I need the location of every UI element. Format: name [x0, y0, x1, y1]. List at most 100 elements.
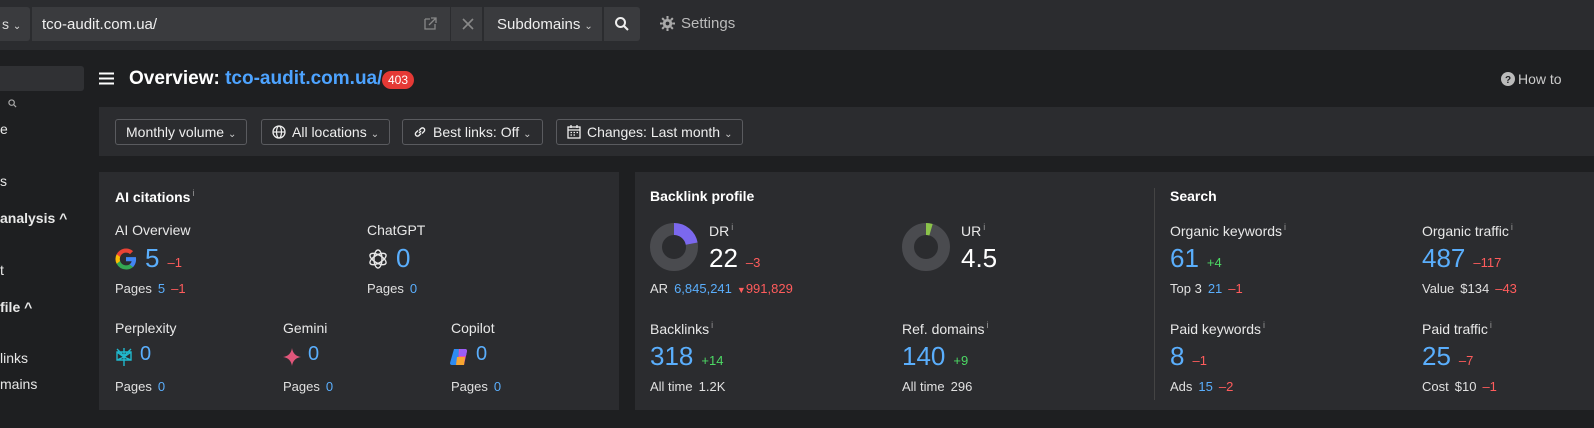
all-time-label: All time — [902, 379, 945, 394]
info-icon[interactable]: i — [192, 188, 194, 198]
ref-domains-number: 140 — [902, 341, 946, 371]
info-icon[interactable]: i — [1284, 222, 1286, 232]
clear-url-button[interactable] — [450, 7, 482, 41]
sidebar-item-3[interactable]: t — [0, 262, 4, 278]
chatgpt-pages: Pages 0 — [367, 281, 417, 296]
pages-label: Pages — [367, 281, 404, 296]
mode-dropdown[interactable]: s ⌄ — [0, 7, 30, 41]
info-icon[interactable]: i — [983, 222, 985, 232]
backlinks-all-time: All time 1.2K — [650, 379, 725, 394]
info-icon[interactable]: i — [1511, 222, 1513, 232]
paid-traffic-value[interactable]: 25 –7 — [1422, 341, 1473, 372]
pages-label: Pages — [115, 281, 152, 296]
organic-traffic-value[interactable]: 487 –117 — [1422, 243, 1501, 274]
ai-overview-value[interactable]: 5 –1 — [145, 243, 182, 274]
title-domain[interactable]: tco-audit.com.ua/ — [225, 68, 382, 89]
chatgpt-value[interactable]: 0 — [396, 243, 410, 274]
chatgpt-pages-value[interactable]: 0 — [410, 281, 417, 296]
cost-row: Cost $10 –1 — [1422, 379, 1497, 394]
best-links-dropdown[interactable]: Best links: Off ⌄ — [402, 119, 543, 145]
sidebar-item-backlinks[interactable]: links — [0, 350, 28, 366]
dr-donut-chart — [650, 223, 698, 271]
perplexity-icon — [116, 348, 132, 366]
info-icon[interactable]: i — [1490, 320, 1492, 330]
filter-bar: Monthly volume ⌄ All locations ⌄ Best link… — [99, 107, 1594, 156]
changes-dropdown[interactable]: Changes: Last month ⌄ — [556, 119, 744, 145]
info-icon[interactable]: i — [1263, 320, 1265, 330]
paid-keywords-number: 8 — [1170, 341, 1185, 371]
copilot-icon — [450, 349, 467, 365]
ref-domains-delta: +9 — [953, 353, 969, 368]
backlinks-label: Backlinks i — [650, 320, 713, 337]
dr-value: 22 –3 — [709, 243, 760, 274]
all-time-label: All time — [650, 379, 693, 394]
backlinks-label-text: Backlinks — [650, 321, 710, 337]
ai-overview-number: 5 — [145, 243, 160, 273]
sidebar-item-1[interactable]: s — [0, 173, 7, 189]
search-button[interactable] — [604, 7, 640, 41]
sidebar-item-0[interactable]: e — [0, 121, 8, 137]
title-prefix: Overview: — [129, 68, 220, 89]
google-icon — [115, 248, 137, 270]
chatgpt-label: ChatGPT — [367, 222, 426, 238]
paid-keywords-value[interactable]: 8 –1 — [1170, 341, 1207, 372]
paid-traffic-delta: –7 — [1458, 353, 1474, 368]
ads-value[interactable]: 15 — [1198, 379, 1212, 394]
ar-row: AR 6,845,241 ▼991,829 — [650, 281, 793, 296]
backlinks-value[interactable]: 318 +14 — [650, 341, 723, 372]
cost-label: Cost — [1422, 379, 1449, 394]
ads-label: Ads — [1170, 379, 1193, 394]
pages-label: Pages — [283, 379, 320, 394]
ai-overview-pages-value[interactable]: 5 — [158, 281, 165, 296]
copilot-pages-value[interactable]: 0 — [494, 379, 501, 394]
top3-label: Top 3 — [1170, 281, 1202, 296]
gemini-icon — [283, 348, 301, 366]
ar-value[interactable]: 6,845,241 — [674, 281, 732, 296]
monthly-volume-dropdown[interactable]: Monthly volume ⌄ — [115, 119, 248, 145]
sidebar-item-ref-domains[interactable]: mains — [0, 376, 37, 392]
subdomains-dropdown[interactable]: Subdomains ⌄ — [484, 7, 602, 41]
perplexity-pages: Pages 0 — [115, 379, 165, 394]
ref-domains-value[interactable]: 140 +9 — [902, 341, 968, 372]
gemini-value[interactable]: 0 — [308, 343, 319, 366]
top3-row: Top 3 21 –1 — [1170, 281, 1243, 296]
info-icon[interactable]: i — [731, 222, 733, 232]
gemini-pages-value[interactable]: 0 — [326, 379, 333, 394]
ur-value: 4.5 — [961, 243, 998, 273]
sidebar-search-input[interactable] — [0, 66, 84, 108]
svg-text:?: ? — [1505, 75, 1511, 86]
locations-dropdown[interactable]: All locations ⌄ — [261, 119, 391, 145]
page-title: Overview: tco-audit.com.ua/ — [129, 68, 382, 90]
info-icon[interactable]: i — [711, 320, 713, 330]
external-link-icon[interactable] — [422, 16, 438, 32]
card-divider — [1154, 188, 1155, 400]
link-icon — [414, 127, 426, 137]
sidebar-section-profile[interactable]: file ^ — [0, 299, 32, 315]
locations-label: All locations — [292, 124, 367, 140]
organic-keywords-value[interactable]: 61 +4 — [1170, 243, 1222, 274]
ai-overview-pages: Pages 5 –1 — [115, 281, 186, 296]
close-icon — [462, 18, 474, 30]
menu-icon[interactable] — [99, 72, 114, 85]
backlinks-delta: +14 — [701, 353, 724, 368]
top-bar: s ⌄ tco-audit.com.ua/ Subdomains ⌄ Settin… — [0, 0, 1594, 50]
organic-traffic-label: Organic traffic i — [1422, 222, 1513, 239]
chevron-down-icon: ⌄ — [584, 21, 593, 32]
ref-domains-all-time-value: 296 — [950, 379, 973, 394]
info-icon[interactable]: i — [986, 320, 988, 330]
copilot-value[interactable]: 0 — [476, 343, 487, 366]
perplexity-pages-value[interactable]: 0 — [158, 379, 165, 394]
url-input[interactable]: tco-audit.com.ua/ — [32, 7, 482, 41]
perplexity-value[interactable]: 0 — [140, 343, 151, 366]
sidebar-section-analysis[interactable]: analysis ^ — [0, 210, 67, 226]
ai-citations-title-text: AI citations — [115, 189, 191, 205]
settings-button[interactable]: Settings — [660, 15, 735, 32]
ar-label: AR — [650, 281, 669, 296]
chevron-down-icon: ⌄ — [228, 129, 237, 140]
top3-value[interactable]: 21 — [1208, 281, 1222, 296]
calendar-icon — [567, 125, 581, 139]
settings-label: Settings — [681, 15, 736, 32]
url-text: tco-audit.com.ua/ — [42, 16, 158, 33]
how-to-link[interactable]: ? How to — [1501, 71, 1562, 87]
chevron-down-icon: ⌄ — [724, 129, 733, 140]
